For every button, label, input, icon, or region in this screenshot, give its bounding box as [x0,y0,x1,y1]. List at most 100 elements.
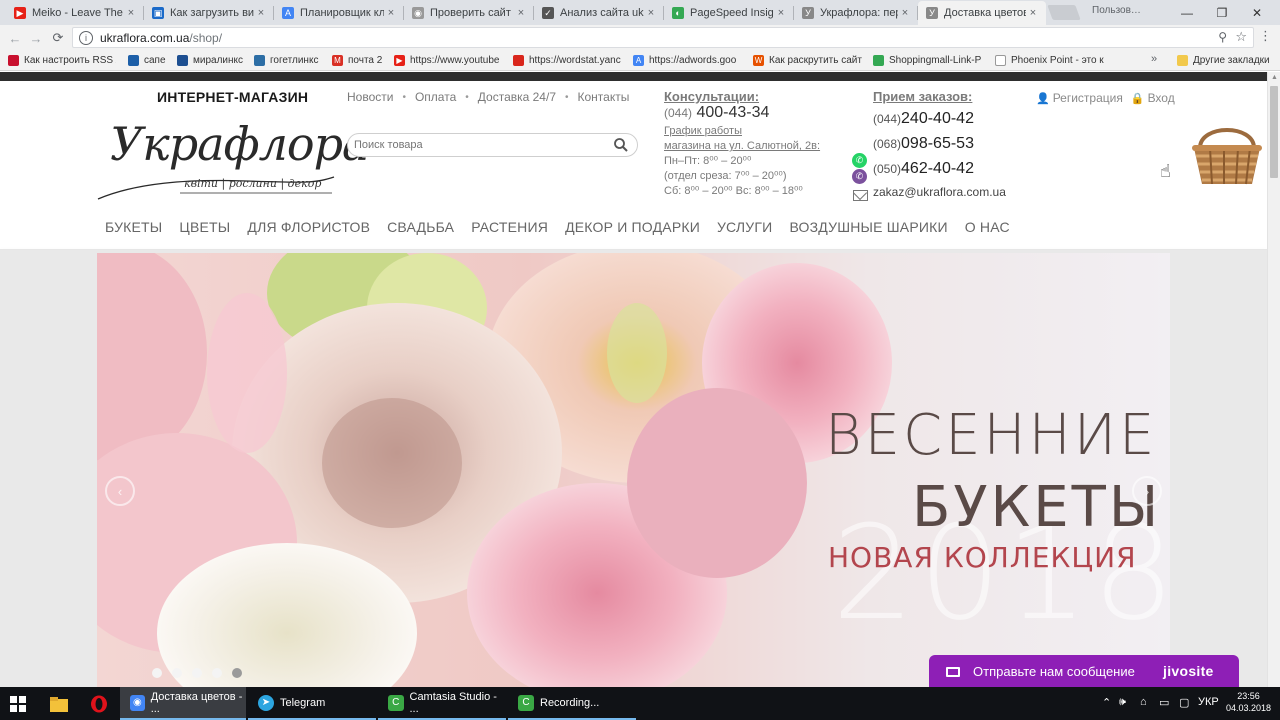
close-window-icon[interactable]: ✕ [1240,0,1274,25]
order-email[interactable]: zakaz@ukraflora.com.ua [873,185,1043,199]
page-scrollbar[interactable]: ▲ [1267,72,1280,687]
bookmark-item[interactable]: https://wordstat.yanc [513,53,624,68]
nav-florists[interactable]: ДЛЯ ФЛОРИСТОВ [247,219,370,235]
bookmark-item[interactable]: сапе [128,53,173,68]
bookmark-label: Как раскрутить сайт [769,55,862,66]
forward-icon[interactable]: → [27,29,45,47]
nav-delivery[interactable]: Доставка 24/7 [478,90,556,104]
nav-wedding[interactable]: СВАДЬБА [387,219,454,235]
bookmark-item[interactable]: Mпочта 2 [332,53,387,68]
language-indicator[interactable]: УКР [1198,696,1219,708]
network-icon[interactable]: ⌂ [1140,696,1147,708]
order-phone[interactable]: (050)462-40-42 [873,159,1043,179]
restore-icon[interactable]: ❐ [1205,0,1239,25]
order-phone[interactable]: (068)098-65-53 [873,134,1043,154]
tab-close-icon[interactable]: × [124,7,138,19]
address-bar[interactable]: i ukraflora.com.ua/shop/ ⚲ ☆ [72,27,1254,48]
site-logo[interactable]: Укрaфлора квіти | рослини | декор [96,113,369,208]
slider-prev-icon[interactable]: ‹ [105,476,135,506]
login-link[interactable]: Вход [1148,91,1175,105]
browser-tab[interactable]: ✓ Анализ сайта ukra × [534,1,664,25]
notification-icon[interactable]: ▢ [1179,696,1189,709]
schedule-link-address[interactable]: магазина на ул. Салютной, 2в: [664,139,854,154]
nav-payment[interactable]: Оплата [415,90,456,104]
windows-start-icon[interactable] [10,696,26,712]
tab-close-icon[interactable]: × [384,7,398,19]
browser-tab[interactable]: ▣ Как загрузить вид × [144,1,274,25]
other-bookmarks[interactable]: Другие закладки [1177,53,1277,68]
tab-close-icon[interactable]: × [254,7,268,19]
register-link[interactable]: Регистрация [1053,91,1123,105]
browser-tab[interactable]: ◐ PageSpeed Insight × [664,1,794,25]
viber-icon[interactable]: ✆ [852,169,867,184]
slider-dot[interactable] [172,668,182,678]
nav-flowers[interactable]: ЦВЕТЫ [179,219,230,235]
zoom-icon[interactable]: ⚲ [1218,30,1227,44]
taskbar-app-chrome[interactable]: ◉ Доставка цветов - ... [120,687,246,720]
bookmark-item[interactable]: W Как раскрутить сайт [753,53,863,68]
scrollbar-thumb[interactable] [1270,86,1278,178]
nav-decor-gifts[interactable]: ДЕКОР И ПОДАРКИ [565,219,700,235]
bookmark-item[interactable]: миралинкс [177,53,249,68]
system-clock[interactable]: 23:56 04.03.2018 [1226,690,1271,714]
bookmark-item[interactable]: гогетлинкс [254,53,324,68]
bookmark-item[interactable]: Ahttps://adwords.goo [633,53,745,68]
browser-tab[interactable]: ▶ Meiko - Leave The × [6,1,144,25]
browser-menu-icon[interactable]: ⋮ [1259,28,1272,44]
tray-chevron-icon[interactable]: ⌃ [1102,696,1111,709]
opera-icon[interactable] [80,692,118,716]
slider-dot[interactable] [192,668,202,678]
browser-tab[interactable]: A Планировщик кл × [274,1,404,25]
browser-tab-active[interactable]: У Доставка цветов × [918,1,1046,25]
nav-plants[interactable]: РАСТЕНИЯ [471,219,548,235]
address-url[interactable]: ukraflora.com.ua/shop/ [100,31,222,45]
file-explorer-icon[interactable] [40,692,78,716]
taskbar-app-telegram[interactable]: ➤ Telegram [248,687,376,720]
bookmark-item[interactable]: Shoppingmall-Link-P [873,53,985,68]
new-tab-button[interactable] [1047,5,1081,20]
taskbar-app-recording[interactable]: C Recording... [508,687,636,720]
browser-tab[interactable]: ◉ Проверить сайт н × [404,1,534,25]
order-phone[interactable]: (044)240-40-42 [873,109,1043,129]
search-icon[interactable] [613,137,629,153]
bookmark-item[interactable]: Phoenix Point - это к [995,53,1107,68]
slider-dot-active[interactable] [232,668,242,678]
schedule-link[interactable]: График работы [664,124,854,139]
reload-icon[interactable]: ⟳ [49,29,67,47]
site-favicon-icon: ▣ [152,7,164,19]
nav-balloons[interactable]: ВОЗДУШНЫЕ ШАРИКИ [789,219,947,235]
bookmark-item[interactable]: ▶ https://www.youtube [394,53,504,68]
minimize-icon[interactable]: — [1170,0,1204,25]
envelope-icon [946,666,960,677]
cart-basket-icon[interactable] [1190,114,1264,188]
tab-close-icon[interactable]: × [1026,7,1040,19]
hero-banner[interactable]: 2018 ВЕСЕННИЕ БУКЕТЫ НОВАЯ КОЛЛЕКЦИЯ ‹ › [97,253,1170,687]
chat-widget[interactable]: Отправьте нам сообщение jivosite [929,655,1239,687]
nav-contacts[interactable]: Контакты [578,90,630,104]
nav-bouquets[interactable]: БУКЕТЫ [105,219,162,235]
whatsapp-icon[interactable]: ✆ [852,153,867,168]
bookmark-item[interactable]: Как настроить RSS л [8,53,116,68]
nav-about[interactable]: О НАС [965,219,1010,235]
back-icon[interactable]: ← [6,29,24,47]
nav-services[interactable]: УСЛУГИ [717,219,772,235]
slider-dot[interactable] [212,668,222,678]
browser-tab[interactable]: У Укрaфлора: пере × [794,1,918,25]
tab-close-icon[interactable]: × [774,7,788,19]
profile-chip[interactable]: Пользов… [1092,5,1141,16]
tab-close-icon[interactable]: × [644,7,658,19]
search-input[interactable] [354,137,604,153]
bookmarks-more-icon[interactable]: » [1151,53,1157,65]
scroll-up-icon[interactable]: ▲ [1271,74,1278,81]
info-icon[interactable]: i [79,30,93,45]
nav-news[interactable]: Новости [347,90,393,104]
tab-close-icon[interactable]: × [898,7,912,19]
slider-dot[interactable] [152,668,162,678]
taskbar-app-camtasia[interactable]: C Camtasia Studio - ... [378,687,506,720]
tab-close-icon[interactable]: × [514,7,528,19]
bookmark-star-icon[interactable]: ☆ [1235,29,1247,45]
slider-next-icon[interactable]: › [1132,476,1162,506]
consult-phone[interactable]: (044) 400-43-34 [664,105,854,121]
battery-icon[interactable]: ▭ [1159,696,1169,709]
volume-icon[interactable]: 🕪 [1119,696,1126,709]
